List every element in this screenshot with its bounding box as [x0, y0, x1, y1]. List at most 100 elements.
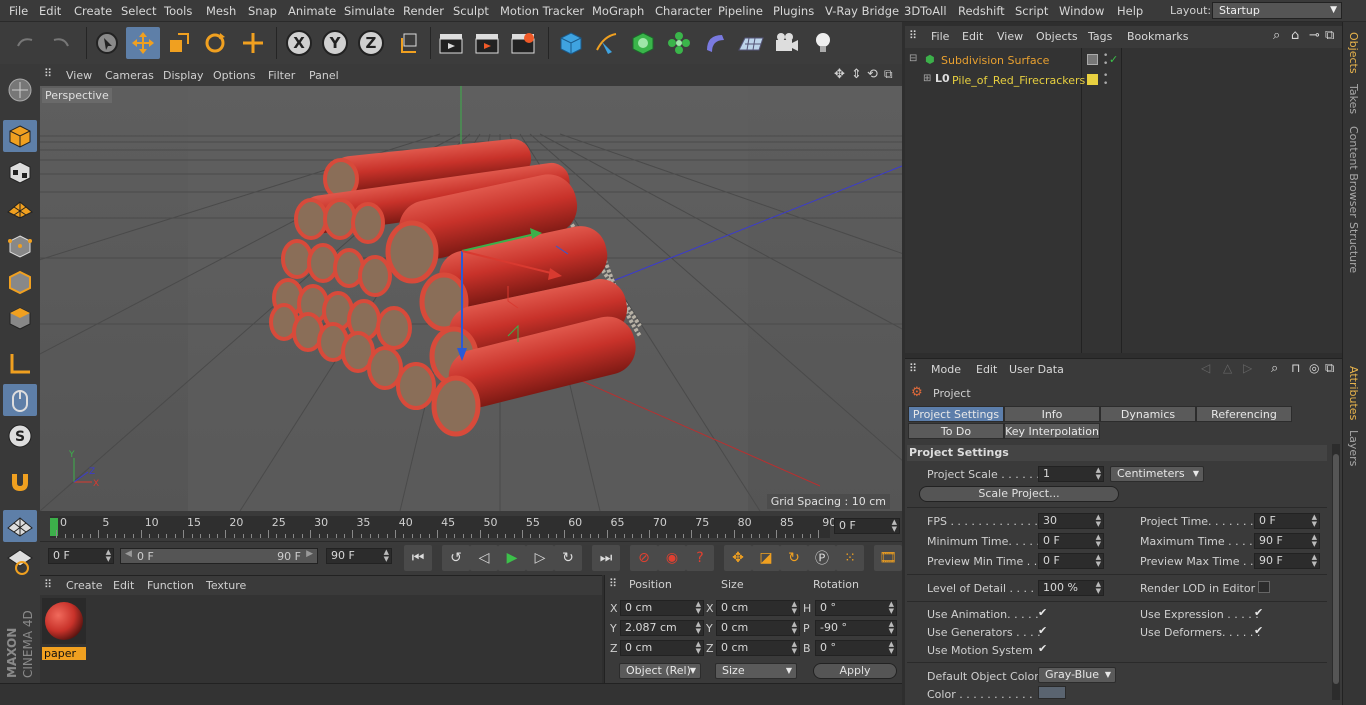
previous-key-button[interactable]: ↺ — [442, 545, 470, 571]
render-settings-button[interactable] — [506, 27, 540, 59]
tab-structure[interactable]: Structure — [1347, 222, 1360, 273]
search-icon[interactable]: ⌕ — [1271, 361, 1278, 376]
scrollbar-thumb[interactable] — [1333, 454, 1339, 684]
undo-button[interactable] — [8, 27, 42, 59]
size-x-field[interactable]: 0 cm ▲ ▼ — [716, 600, 800, 616]
start-frame-field[interactable]: 0 F ▲ ▼ — [48, 548, 114, 564]
menu-window[interactable]: Window — [1059, 4, 1104, 18]
position-x-field[interactable]: 0 cm ▲ ▼ — [620, 600, 704, 616]
menu-simulate[interactable]: Simulate — [344, 4, 395, 18]
viewport-menu-view[interactable]: View — [66, 69, 92, 82]
add-deformer-button[interactable] — [698, 27, 732, 59]
position-z-field[interactable]: 0 cm ▲ ▼ — [620, 640, 704, 656]
tweak-mode-button[interactable] — [3, 384, 37, 416]
key-scale-button[interactable]: ◪ — [752, 545, 780, 571]
menu-mograph[interactable]: MoGraph — [592, 4, 644, 18]
menu-redshift[interactable]: Redshift — [958, 4, 1005, 18]
redo-button[interactable] — [44, 27, 78, 59]
color-swatch[interactable] — [1038, 686, 1066, 699]
tab-layers[interactable]: Layers — [1347, 430, 1360, 466]
om-menu-objects[interactable]: Objects — [1036, 30, 1078, 43]
scale-tool-button[interactable] — [162, 27, 196, 59]
polygons-mode-button[interactable] — [3, 302, 37, 334]
minimum-time-field[interactable]: 0 F ▲ ▼ — [1038, 533, 1104, 549]
menu-script[interactable]: Script — [1015, 4, 1048, 18]
render-view-button[interactable] — [434, 27, 468, 59]
preview-min-time-field[interactable]: 0 F ▲ ▼ — [1038, 553, 1104, 569]
visibility-dots-icon[interactable]: • • — [1103, 52, 1108, 69]
add-camera-button[interactable] — [770, 27, 804, 59]
x-axis-lock-button[interactable]: X — [282, 27, 316, 59]
add-generator-button[interactable] — [626, 27, 660, 59]
viewport-menu-display[interactable]: Display — [163, 69, 204, 82]
tab-dynamics[interactable]: Dynamics — [1100, 406, 1196, 422]
layout-select[interactable]: Startup ▼ — [1212, 2, 1342, 19]
tab-objects[interactable]: Objects — [1347, 32, 1360, 74]
make-editable-button[interactable] — [3, 74, 37, 106]
om-menu-tags[interactable]: Tags — [1088, 30, 1112, 43]
snapping-button[interactable] — [3, 466, 37, 498]
timeline-ruler[interactable]: 0 5 10 15 20 25 30 35 40 45 50 55 60 65 70 75 80 85 90 — [50, 516, 836, 538]
viewport-maximize-icon[interactable]: ⧉ — [884, 67, 893, 82]
expand-icon[interactable]: ⊞ — [923, 73, 931, 84]
new-window-icon[interactable]: ⧉ — [1325, 361, 1334, 376]
position-y-field[interactable]: 2.087 cm ▲ ▼ — [620, 620, 704, 636]
layer-tag-icon[interactable] — [1087, 54, 1098, 65]
key-position-button[interactable]: ✥ — [724, 545, 752, 571]
object-color-swatch[interactable] — [1087, 74, 1098, 85]
tab-key-interpolation[interactable]: Key Interpolation — [1004, 423, 1100, 439]
rotation-p-field[interactable]: -90 ° ▲ ▼ — [815, 620, 897, 636]
material-menu-create[interactable]: Create — [66, 579, 103, 592]
autokey-button[interactable]: ◉ — [658, 545, 686, 571]
edges-mode-button[interactable] — [3, 266, 37, 298]
model-mode-button[interactable] — [3, 120, 37, 152]
material-menu-texture[interactable]: Texture — [206, 579, 246, 592]
menu-help[interactable]: Help — [1117, 4, 1143, 18]
current-frame-field[interactable]: 0 F ▲ ▼ — [834, 518, 900, 534]
key-parameter-button[interactable]: Ⓟ — [808, 545, 836, 571]
axis-mode-button[interactable] — [3, 348, 37, 380]
menu-sculpt[interactable]: Sculpt — [453, 4, 489, 18]
material-swatch-paper[interactable]: paper — [42, 598, 86, 660]
add-cube-button[interactable] — [554, 27, 588, 59]
attributes-scrollbar[interactable] — [1332, 444, 1340, 700]
object-row-firecrackers[interactable]: ⊞ L0 Pile_of_Red_Firecrackers • • — [905, 72, 1341, 90]
3d-viewport[interactable]: Y X Z Perspective Grid Spacing : 10 cm — [40, 86, 902, 511]
menu-motion-tracker[interactable]: Motion Tracker — [500, 4, 584, 18]
play-button[interactable]: ▶ — [498, 545, 526, 571]
use-expression-checkbox[interactable]: ✔ — [1254, 607, 1266, 619]
menu-mesh[interactable]: Mesh — [206, 4, 236, 18]
tab-attributes[interactable]: Attributes — [1347, 366, 1360, 420]
recent-tool-button[interactable] — [236, 27, 270, 59]
up-arrow-icon[interactable]: △ — [1223, 361, 1232, 375]
om-menu-view[interactable]: View — [997, 30, 1023, 43]
tab-project-settings[interactable]: Project Settings — [908, 406, 1004, 422]
size-y-field[interactable]: 0 cm ▲ ▼ — [716, 620, 800, 636]
use-motion-system-checkbox[interactable]: ✔ — [1038, 643, 1050, 655]
forward-arrow-icon[interactable]: ▷ — [1243, 361, 1252, 375]
home-icon[interactable]: ⌂ — [1291, 28, 1299, 43]
tab-takes[interactable]: Takes — [1347, 84, 1360, 114]
use-animation-checkbox[interactable]: ✔ — [1038, 607, 1050, 619]
z-axis-lock-button[interactable]: Z — [354, 27, 388, 59]
size-mode-dropdown[interactable]: Size ▼ — [715, 663, 797, 679]
rotation-h-field[interactable]: 0 ° ▲ ▼ — [815, 600, 897, 616]
project-scale-field[interactable]: 1 ▲ ▼ — [1038, 466, 1104, 482]
menu-pipeline[interactable]: Pipeline — [718, 4, 763, 18]
menu-file[interactable]: File — [9, 4, 28, 18]
viewport-menu-options[interactable]: Options — [213, 69, 255, 82]
menu-create[interactable]: Create — [74, 4, 112, 18]
collapse-icon[interactable]: ⊟ — [909, 53, 917, 64]
add-environment-button[interactable] — [734, 27, 768, 59]
record-keys-button[interactable]: ⊘ — [630, 545, 658, 571]
menu-select[interactable]: Select — [121, 4, 156, 18]
key-pla-button[interactable]: ⁙ — [836, 545, 864, 571]
viewport-dolly-icon[interactable]: ⇕ — [851, 67, 862, 82]
next-frame-button[interactable]: ▷ — [526, 545, 554, 571]
attr-menu-mode[interactable]: Mode — [931, 363, 961, 376]
fps-field[interactable]: 30 ▲ ▼ — [1038, 513, 1104, 529]
menu-vray-bridge[interactable]: V-Ray Bridge — [825, 4, 899, 18]
menu-tools[interactable]: Tools — [164, 4, 192, 18]
viewport-rotate-icon[interactable]: ⟲ — [867, 67, 878, 82]
om-menu-file[interactable]: File — [931, 30, 949, 43]
